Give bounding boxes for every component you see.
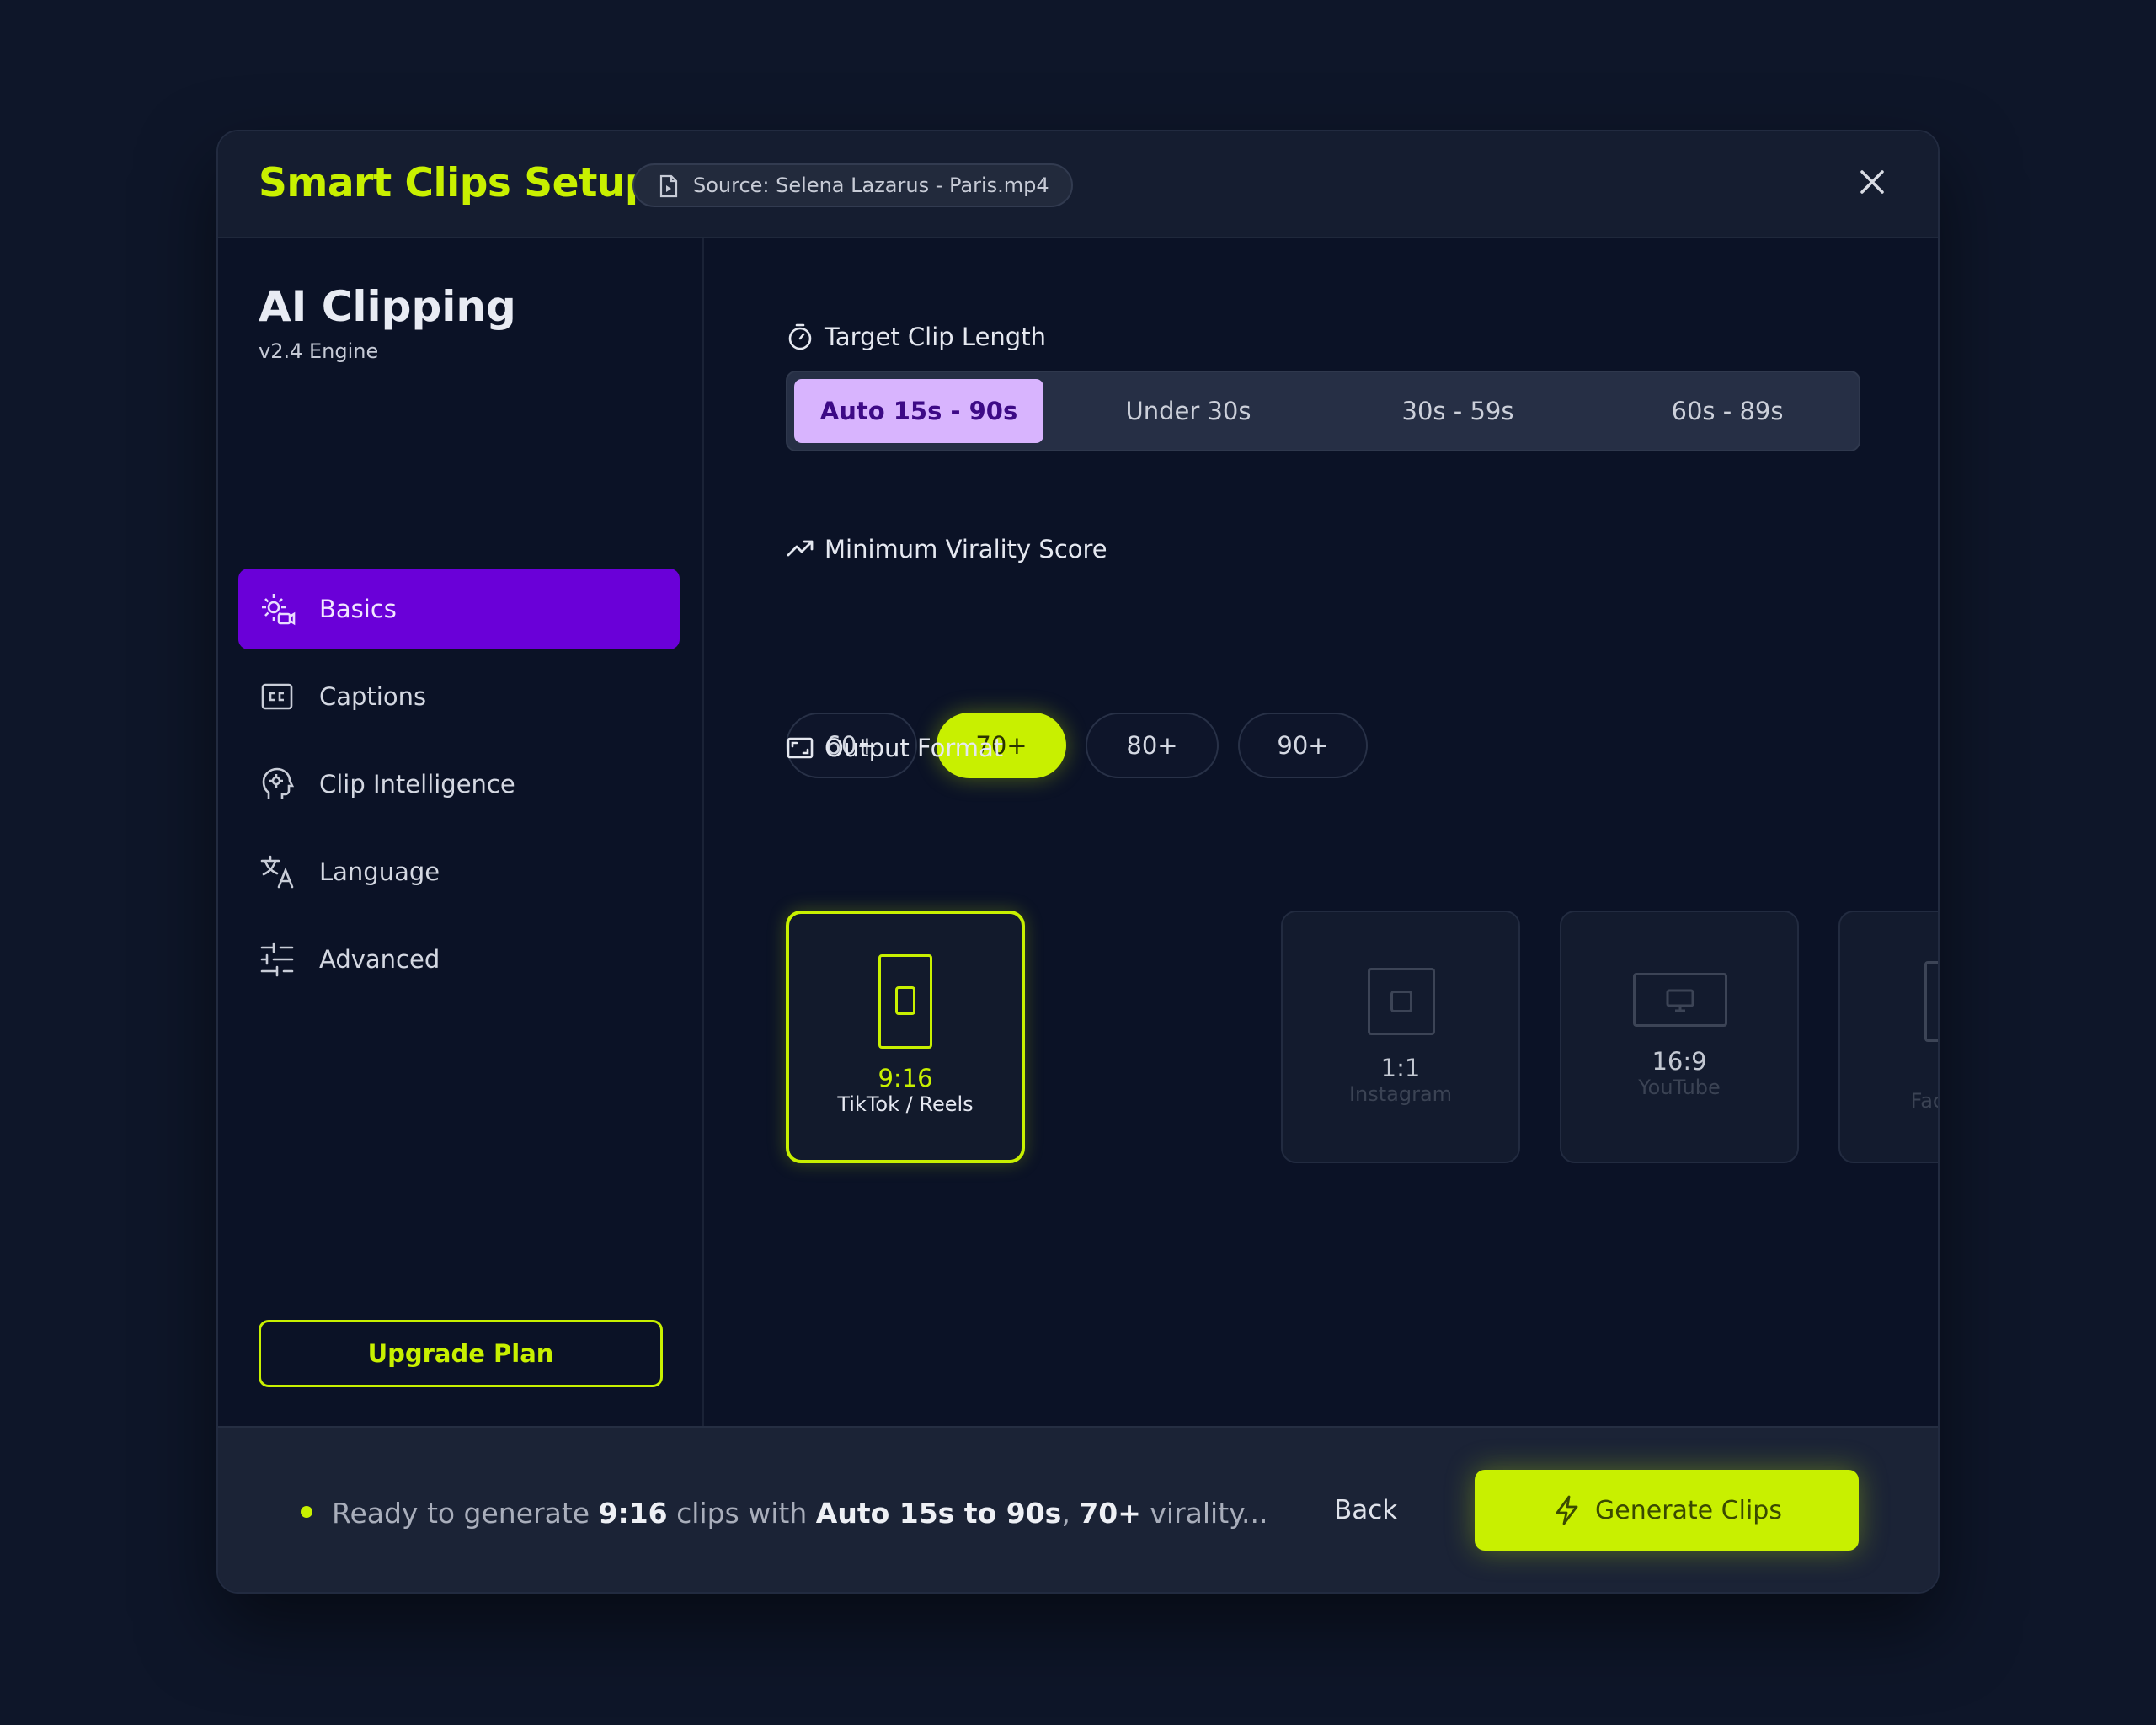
aspect-ratio-icon — [787, 737, 814, 759]
status-ratio: 9:16 — [598, 1497, 668, 1530]
source-file-badge: Source: Selena Lazarus - Paris.mp4 — [632, 163, 1073, 207]
generate-clips-button[interactable]: Generate Clips — [1475, 1470, 1859, 1551]
sidebar-item-language[interactable]: Language — [238, 831, 680, 912]
status-mid: clips with — [676, 1497, 808, 1530]
modal-title: Smart Clips Setup — [259, 160, 654, 206]
format-platform: TikTok / Reels — [837, 1092, 974, 1116]
format-platform: Facebook — [1910, 1089, 1938, 1113]
clip-length-heading: Target Clip Length — [786, 323, 1046, 351]
clip-length-label: Target Clip Length — [825, 323, 1046, 351]
close-icon[interactable] — [1855, 165, 1889, 199]
sidebar-item-label: Basics — [319, 595, 397, 623]
square-frame-inner — [1390, 991, 1412, 1012]
gear-video-icon — [262, 594, 296, 626]
format-ratio: 9:16 — [878, 1064, 933, 1092]
sliders-icon — [260, 942, 294, 977]
status-virality: 70+ — [1079, 1497, 1141, 1530]
upgrade-plan-button[interactable]: Upgrade Plan — [259, 1320, 663, 1387]
sidebar-item-label: Clip Intelligence — [319, 770, 515, 798]
generate-clips-label: Generate Clips — [1595, 1495, 1782, 1525]
format-platform: YouTube — [1638, 1076, 1721, 1099]
status-prefix: Ready to generate — [332, 1497, 590, 1530]
format-ratio: 4:5 — [1840, 1060, 1938, 1089]
virality-label: Minimum Virality Score — [825, 535, 1107, 563]
format-card-9-16[interactable]: 9:16 TikTok / Reels — [786, 911, 1025, 1163]
output-format-label: Output Format — [825, 734, 1004, 762]
settings-sidebar: AI Clipping v2.4 Engine Basics Captions — [218, 238, 704, 1426]
virality-option-80[interactable]: 80+ — [1086, 713, 1219, 778]
virality-heading: Minimum Virality Score — [786, 535, 1107, 563]
format-card-1-1[interactable]: 1:1 Instagram — [1281, 911, 1520, 1163]
trending-up-icon — [787, 540, 814, 557]
sidebar-item-captions[interactable]: Captions — [238, 656, 680, 737]
status-suffix: virality... — [1150, 1497, 1268, 1530]
clip-length-option-under-30[interactable]: Under 30s — [1064, 379, 1313, 443]
clip-length-option-60-89[interactable]: 60s - 89s — [1603, 379, 1852, 443]
format-card-4-5[interactable]: 4:5 Facebook — [1838, 911, 1938, 1163]
output-format-heading: Output Format — [786, 734, 1003, 762]
virality-option-90[interactable]: 90+ — [1238, 713, 1368, 778]
back-button[interactable]: Back — [1334, 1495, 1397, 1525]
file-icon — [659, 174, 678, 198]
monitor-icon — [1666, 989, 1694, 1012]
sidebar-item-advanced[interactable]: Advanced — [238, 919, 680, 1000]
status-message: Ready to generate 9:16 clips with Auto 1… — [332, 1497, 1267, 1530]
sidebar-item-label: Captions — [319, 682, 427, 711]
status-separator: , — [1061, 1497, 1070, 1530]
clip-length-segmented-control: Auto 15s - 90s Under 30s 30s - 59s 60s -… — [786, 371, 1860, 451]
clip-length-option-auto[interactable]: Auto 15s - 90s — [794, 379, 1043, 443]
portrait-frame-icon — [1924, 961, 1938, 1042]
sidebar-item-clip-intelligence[interactable]: Clip Intelligence — [238, 744, 680, 825]
format-ratio: 1:1 — [1380, 1054, 1421, 1082]
lightning-icon — [1556, 1495, 1578, 1525]
head-gear-icon — [262, 767, 295, 799]
sidebar-item-label: Language — [319, 857, 440, 886]
modal-header: Smart Clips Setup Source: Selena Lazarus… — [218, 131, 1938, 238]
format-ratio: 16:9 — [1652, 1047, 1707, 1076]
phone-frame-inner — [895, 986, 915, 1015]
format-platform: Instagram — [1348, 1082, 1453, 1106]
engine-title: AI Clipping — [259, 282, 516, 331]
format-card-16-9[interactable]: 16:9 YouTube — [1560, 911, 1799, 1163]
settings-panel: Target Clip Length Auto 15s - 90s Under … — [706, 238, 1938, 1426]
engine-version: v2.4 Engine — [259, 339, 379, 363]
closed-captions-icon — [261, 683, 293, 710]
sidebar-item-label: Advanced — [319, 945, 440, 974]
status-length: Auto 15s to 90s — [815, 1497, 1062, 1530]
translate-icon — [260, 855, 294, 889]
timer-icon — [788, 323, 812, 350]
smart-clips-modal: Smart Clips Setup Source: Selena Lazarus… — [216, 130, 1940, 1594]
sidebar-item-basics[interactable]: Basics — [238, 569, 680, 649]
modal-footer: Ready to generate 9:16 clips with Auto 1… — [218, 1426, 1938, 1592]
status-indicator-dot — [301, 1506, 312, 1518]
clip-length-option-30-59[interactable]: 30s - 59s — [1333, 379, 1582, 443]
source-file-label: Source: Selena Lazarus - Paris.mp4 — [693, 174, 1049, 197]
